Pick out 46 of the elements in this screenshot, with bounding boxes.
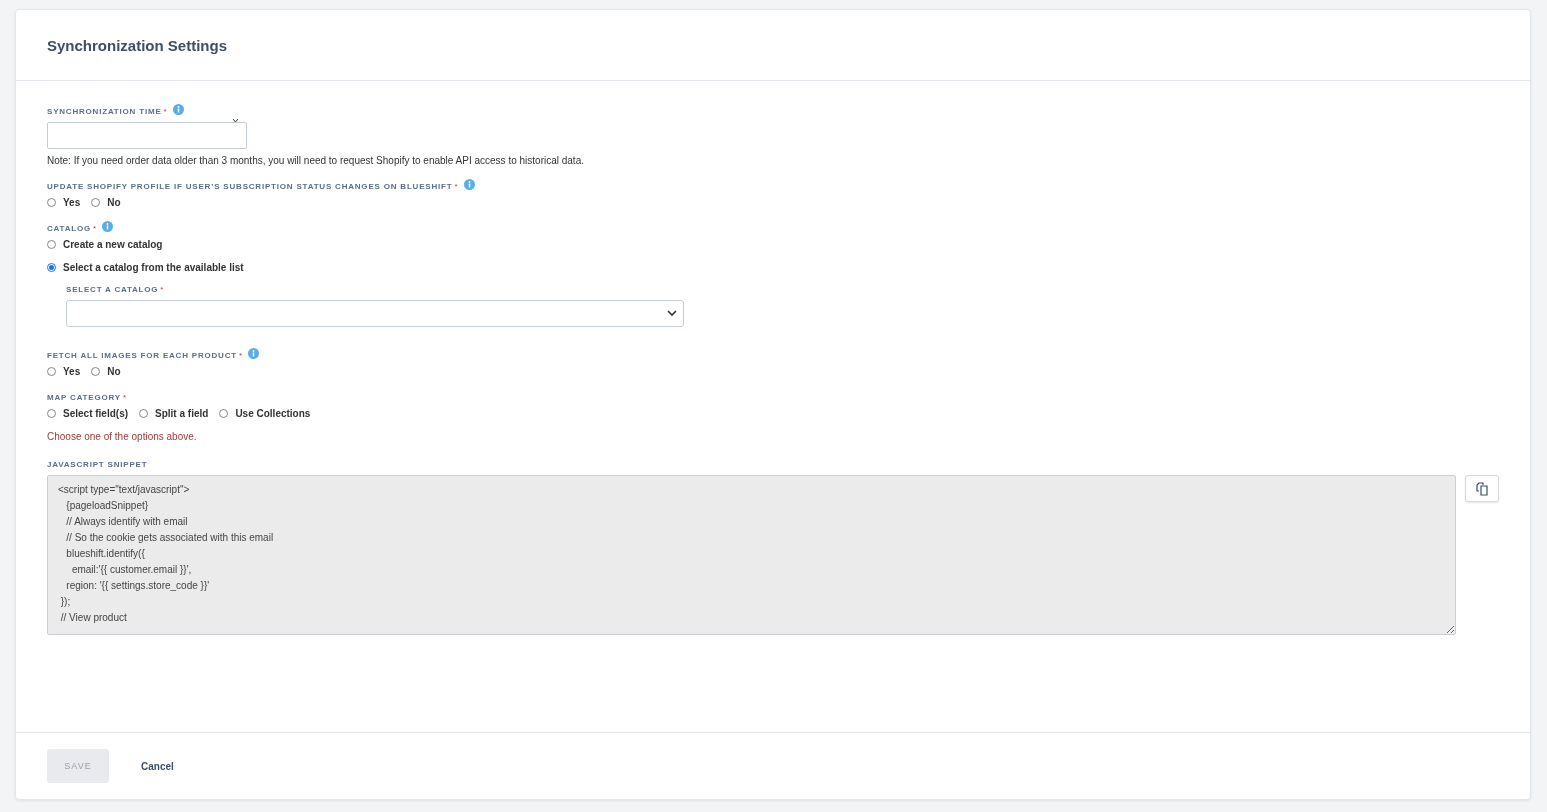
radio-label[interactable]: No [107,197,121,208]
required-mark: * [160,285,164,294]
note-text: Note: If you need order data older than 3 months, you will need to request Shopify to enable API access to historical data. [47,155,585,166]
radio-button[interactable] [47,240,56,249]
radio-label[interactable]: Select a catalog from the available list [63,262,244,273]
error-message: Choose one of the options above. [47,431,198,442]
required-mark: * [454,182,458,191]
page-title: Synchronization Settings [47,36,227,54]
radio-label[interactable]: Yes [63,366,81,377]
input-field[interactable] [47,122,247,149]
required-mark: * [122,393,127,402]
radio-label[interactable]: Use Collections [235,408,311,419]
radio-button[interactable] [139,409,149,418]
radio-button[interactable] [47,367,56,376]
field-label: JAVASCRIPT SNIPPET [47,460,148,469]
radio-label[interactable]: Split a field [155,408,209,419]
copy-icon [1475,481,1489,496]
field-label: SYNCHRONIZATION TIME [47,107,162,116]
radio-label[interactable]: No [107,366,121,377]
required-mark: * [163,107,167,116]
chevron-icon [232,118,239,123]
required-mark: * [92,224,97,233]
required-mark: * [238,351,243,360]
copy-button[interactable] [1465,475,1499,502]
info-icon[interactable] [172,103,184,115]
field-label: UPDATE SHOPIFY PROFILE IF USER’S SUBSCRIPTION STATUS CHANGES ON BLUESHIFT [47,182,453,191]
radio-button[interactable] [47,263,56,272]
radio-button[interactable] [91,367,101,376]
field-label: CATALOG [47,224,91,233]
field-label: MAP CATEGORY [47,393,121,402]
catalog-select[interactable] [66,300,684,327]
field-label: SELECT A CATALOG [66,285,159,294]
cancel-link[interactable]: Cancel [141,760,174,772]
info-icon[interactable] [102,220,114,232]
radio-button[interactable] [47,198,56,207]
chevron-icon [667,310,677,317]
info-icon[interactable] [248,347,260,359]
radio-label[interactable]: Select field(s) [63,408,129,419]
radio-label[interactable]: Yes [63,197,81,208]
radio-label[interactable]: Create a new catalog [63,239,163,250]
info-icon[interactable] [463,178,475,190]
radio-button[interactable] [47,409,56,418]
field-label: FETCH ALL IMAGES FOR EACH PRODUCT [47,351,237,360]
radio-button[interactable] [91,198,101,207]
radio-button[interactable] [219,409,229,418]
code-snippet-field[interactable]: <script type="text/javascript"> {pageloadSnippet} // Always identify with email // So the cookie gets associated with this email blueshift.identify({ email:'{{ customer.email }}', region: '{{ settings.store_code }}' }); // View product [47,475,1456,635]
